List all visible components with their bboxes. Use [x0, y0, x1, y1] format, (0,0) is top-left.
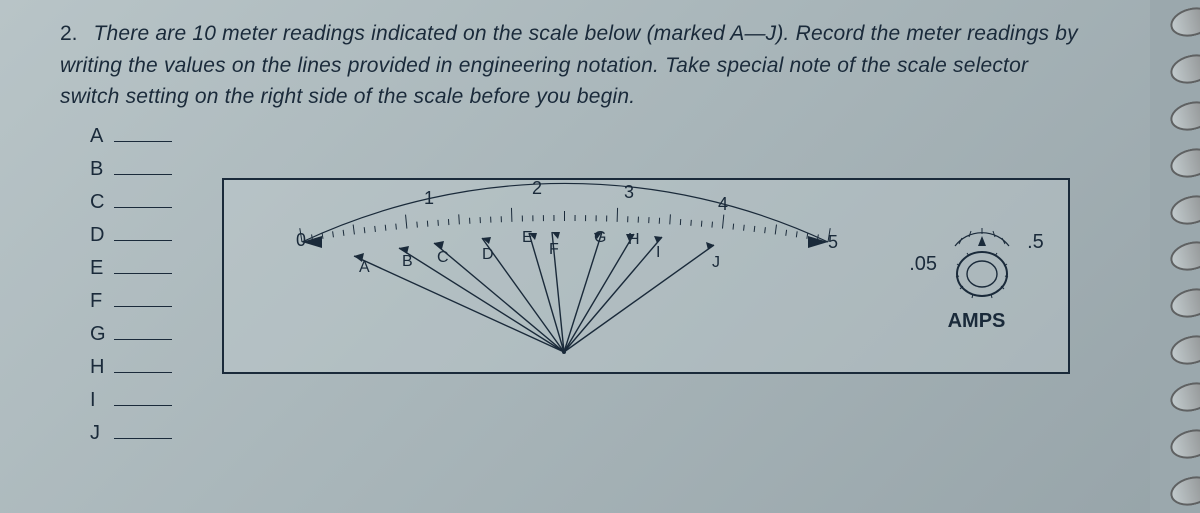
needle-label-G: G [594, 229, 606, 246]
answer-letter-C: C [90, 191, 112, 214]
answer-letter-D: D [90, 224, 112, 247]
needle-label-D: D [482, 246, 494, 263]
blank-F[interactable] [114, 293, 172, 307]
answer-row: J [90, 422, 1090, 455]
answer-letter-G: G [90, 323, 112, 346]
scale-3: 3 [624, 182, 634, 202]
needle-label-B: B [402, 253, 413, 270]
answer-letter-B: B [90, 158, 112, 181]
scale-1: 1 [424, 188, 434, 208]
needle-label-E: E [522, 229, 533, 246]
spiral-binding [1152, 0, 1200, 513]
needle-label-J: J [712, 254, 720, 271]
selector-knob [947, 224, 1017, 304]
answer-letter-I: I [90, 389, 112, 412]
needle-label-A: A [359, 259, 370, 276]
answer-row: A [90, 125, 1090, 158]
needle-label-I: I [656, 244, 660, 261]
answer-letter-J: J [90, 422, 112, 445]
needle-label-F: F [549, 241, 559, 258]
scale-5: 5 [828, 232, 838, 252]
blank-A[interactable] [114, 128, 172, 142]
answer-letter-A: A [90, 125, 112, 148]
answer-row: I [90, 389, 1090, 422]
blank-C[interactable] [114, 194, 172, 208]
page: 2. There are 10 meter readings indicated… [0, 0, 1150, 513]
blank-D[interactable] [114, 227, 172, 241]
question-number: 2. [60, 22, 78, 45]
answer-letter-H: H [90, 356, 112, 379]
blank-J[interactable] [114, 425, 172, 439]
needle-label-H: H [628, 231, 640, 248]
needle-label-C: C [437, 249, 449, 266]
meter-panel: 0 1 2 3 4 5 [222, 178, 1070, 374]
blank-H[interactable] [114, 359, 172, 373]
scale-4: 4 [718, 194, 728, 214]
blank-G[interactable] [114, 326, 172, 340]
meter-scale: 0 1 2 3 4 5 [224, 180, 924, 376]
scale-2: 2 [532, 180, 542, 198]
selector-unit: AMPS [909, 310, 1044, 333]
answer-letter-F: F [90, 290, 112, 313]
selector-left-value: .05 [909, 253, 937, 276]
selector-right-value: .5 [1027, 231, 1044, 254]
question-text: There are 10 meter readings indicated on… [60, 22, 1078, 108]
scale-0: 0 [296, 230, 306, 250]
question-block: 2. There are 10 meter readings indicated… [60, 18, 1090, 113]
blank-E[interactable] [114, 260, 172, 274]
answer-letter-E: E [90, 257, 112, 280]
blank-B[interactable] [114, 161, 172, 175]
blank-I[interactable] [114, 392, 172, 406]
selector: .05 [909, 224, 1044, 333]
